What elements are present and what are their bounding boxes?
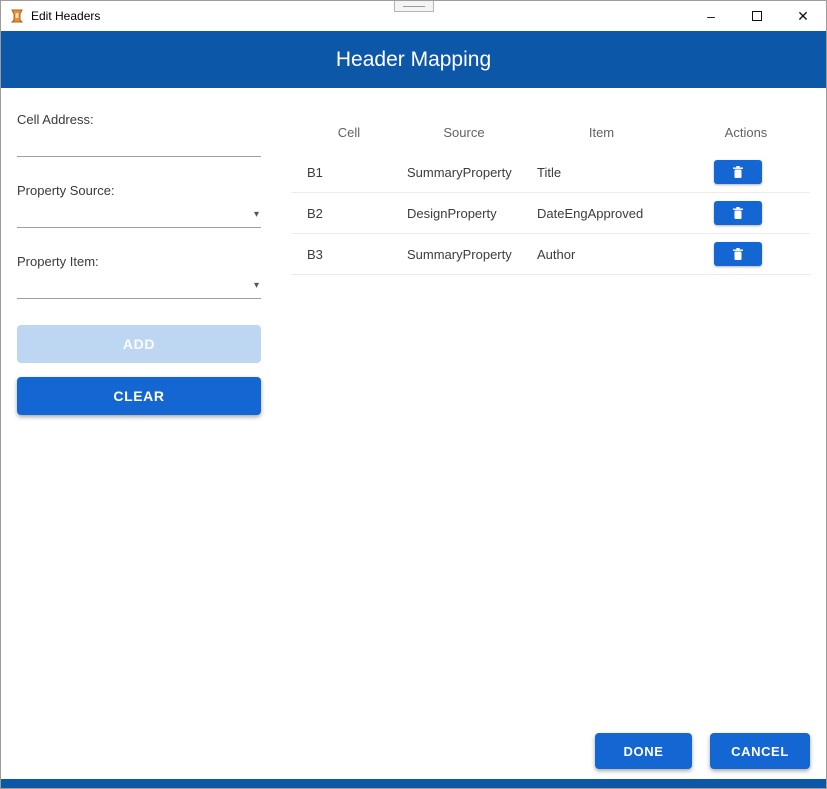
bottom-accent-bar <box>1 779 826 788</box>
close-icon: ✕ <box>797 7 809 24</box>
edit-headers-window: Edit Headers – ✕ Header Mapping Cell Add… <box>0 0 827 789</box>
main-content: Cell Address: Property Source: ▾ Propert… <box>1 88 826 415</box>
trash-icon <box>733 247 743 260</box>
property-source-field: Property Source: ▾ <box>17 183 261 228</box>
property-source-select[interactable]: ▾ <box>17 198 261 228</box>
window-title: Edit Headers <box>31 9 101 23</box>
window-drag-notch[interactable] <box>393 1 434 12</box>
table-row: B3 SummaryProperty Author <box>291 234 810 275</box>
cell-address-field: Cell Address: <box>17 112 261 157</box>
cell-value: B3 <box>307 246 323 262</box>
cell-address-input[interactable] <box>17 127 261 156</box>
add-button[interactable]: ADD <box>17 325 261 363</box>
column-header-source: Source <box>443 124 485 140</box>
header-banner: Header Mapping <box>1 31 826 88</box>
cancel-button[interactable]: CANCEL <box>710 733 810 769</box>
minimize-button[interactable]: – <box>688 1 734 31</box>
table-row: B1 SummaryProperty Title <box>291 152 810 193</box>
minimize-icon: – <box>707 8 715 24</box>
column-header-cell: Cell <box>337 124 361 140</box>
mapping-form: Cell Address: Property Source: ▾ Propert… <box>1 112 291 415</box>
app-icon <box>10 9 24 23</box>
footer-actions: DONE CANCEL <box>595 733 810 769</box>
trash-icon <box>733 206 743 219</box>
delete-row-button[interactable] <box>714 201 762 225</box>
clear-button[interactable]: CLEAR <box>17 377 261 415</box>
drag-handle-icon <box>402 5 425 7</box>
column-header-item: Item <box>588 124 615 140</box>
source-value: DesignProperty <box>407 205 497 221</box>
table-header-row: Cell Source Item Actions <box>291 112 810 152</box>
property-item-select[interactable]: ▾ <box>17 269 261 299</box>
property-item-label: Property Item: <box>17 254 99 269</box>
maximize-button[interactable] <box>734 1 780 31</box>
delete-row-button[interactable] <box>714 160 762 184</box>
mapping-table: Cell Source Item Actions B1 SummaryPrope… <box>291 112 826 415</box>
trash-icon <box>733 165 743 178</box>
item-value: DateEngApproved <box>537 205 644 221</box>
source-value: SummaryProperty <box>407 164 512 180</box>
delete-row-button[interactable] <box>714 242 762 266</box>
page-title: Header Mapping <box>335 47 492 71</box>
source-value: SummaryProperty <box>407 246 512 262</box>
item-value: Author <box>537 246 576 262</box>
maximize-icon <box>752 11 762 21</box>
cell-address-input-line <box>17 127 261 157</box>
done-button[interactable]: DONE <box>595 733 692 769</box>
table-row: B2 DesignProperty DateEngApproved <box>291 193 810 234</box>
item-value: Title <box>537 164 562 180</box>
chevron-down-icon: ▾ <box>253 209 259 220</box>
cell-value: B2 <box>307 205 323 221</box>
cell-value: B1 <box>307 164 323 180</box>
property-item-field: Property Item: ▾ <box>17 254 261 299</box>
chevron-down-icon: ▾ <box>253 280 259 291</box>
property-source-label: Property Source: <box>17 183 115 198</box>
cell-address-label: Cell Address: <box>17 112 94 127</box>
column-header-actions: Actions <box>724 124 768 140</box>
window-controls: – ✕ <box>688 1 826 31</box>
close-button[interactable]: ✕ <box>780 1 826 31</box>
